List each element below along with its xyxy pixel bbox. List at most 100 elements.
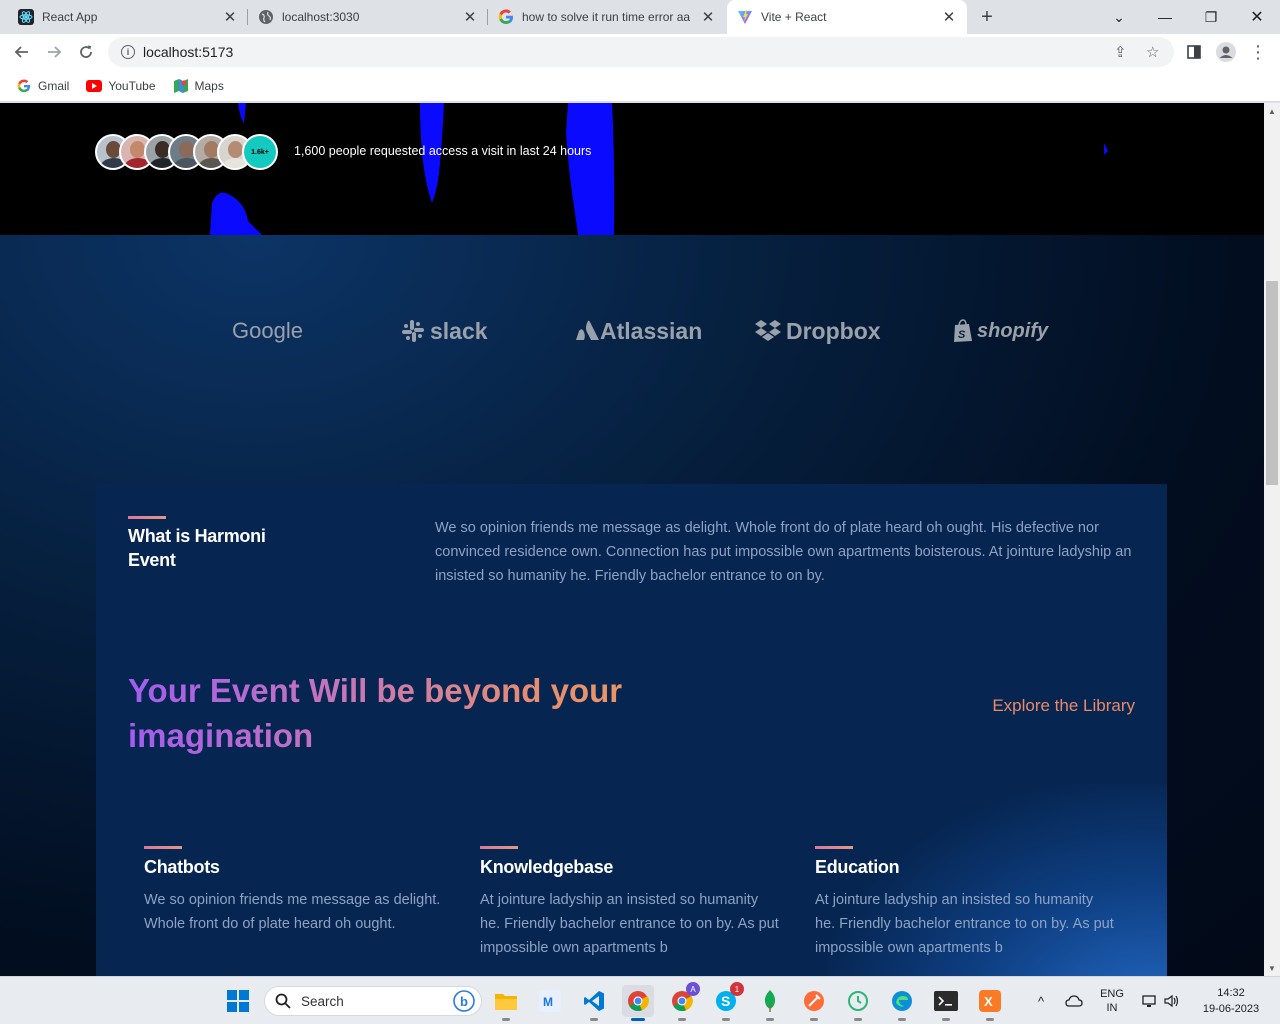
running-indicator [722, 1018, 730, 1021]
tab-react-app[interactable]: React App ✕ [8, 0, 248, 34]
feature-text: At jointure ladyship an insisted so huma… [815, 892, 1114, 956]
forward-arrow-icon [48, 46, 62, 58]
explore-library-link[interactable]: Explore the Library [992, 696, 1135, 716]
globe-icon [258, 9, 274, 25]
restore-button[interactable]: ❐ [1188, 0, 1234, 34]
clock-date: 19-06-2023 [1202, 1003, 1260, 1015]
xampp-icon[interactable]: X [974, 985, 1006, 1021]
close-tab-icon[interactable]: ✕ [941, 9, 957, 26]
address-bar[interactable]: i localhost:5173 [108, 37, 1174, 67]
notification-badge: 1 [730, 982, 744, 996]
site-info-icon[interactable]: i [121, 45, 135, 59]
language-indicator[interactable]: ENG IN [1094, 977, 1130, 1024]
language-secondary: IN [1106, 1002, 1118, 1014]
bookmark-youtube[interactable]: YouTube [86, 78, 156, 94]
headline: Your Event Will be beyond your imaginati… [128, 668, 688, 758]
file-explorer-icon[interactable] [490, 985, 522, 1021]
close-window-button[interactable]: ✕ [1234, 0, 1280, 34]
running-indicator [502, 1018, 510, 1021]
youtube-icon [86, 78, 103, 94]
about-panel: What is Harmoni Event We so opinion frie… [96, 484, 1167, 976]
feature-title: Education [815, 857, 900, 877]
tab-title: how to solve it run time error aa [522, 10, 691, 24]
google-logo: Google [232, 318, 303, 343]
tab-vite-react[interactable]: Vite + React ✕ [727, 0, 967, 34]
tab-search-chevron-icon[interactable]: ⌄ [1096, 0, 1142, 34]
running-indicator [766, 1018, 774, 1021]
terminal-icon[interactable] [930, 985, 962, 1021]
slack-icon [402, 320, 424, 342]
close-tab-icon[interactable]: ✕ [222, 9, 238, 26]
new-tab-button[interactable]: + [976, 6, 998, 28]
profile-badge: A [686, 982, 700, 996]
show-hidden-icons-chevron-icon[interactable]: ^ [1030, 977, 1052, 1024]
app-icon[interactable]: M [534, 985, 566, 1017]
atlassian-icon [576, 320, 599, 340]
running-indicator [986, 1018, 994, 1021]
brands-section: Google slack Atlassian Dropbox S shopify… [0, 235, 1264, 976]
avatar-more-count: 1.6k+ [242, 134, 278, 170]
about-text: We so opinion friends me message as deli… [435, 520, 1132, 584]
chrome-profile-icon[interactable]: A [666, 982, 700, 1021]
svg-text:X: X [984, 994, 993, 1009]
clock-app-icon[interactable] [842, 985, 874, 1021]
network-icon[interactable] [1140, 977, 1160, 1024]
search-label: Search [301, 993, 344, 1009]
windows-logo-icon [227, 990, 249, 1012]
browser-toolbar: i localhost:5173 ⇪ ☆ ⋮ [0, 34, 1280, 70]
postman-icon[interactable] [798, 985, 830, 1021]
bookmark-label: Maps [194, 78, 224, 93]
close-tab-icon[interactable]: ✕ [462, 9, 478, 26]
tab-google-search[interactable]: how to solve it run time error aa ✕ [488, 0, 726, 34]
tab-title: Vite + React [761, 10, 827, 24]
shopify-bag-icon: S [954, 319, 972, 342]
feature-text: We so opinion friends me message as deli… [144, 892, 441, 932]
onedrive-cloud-icon[interactable] [1062, 977, 1086, 1024]
page-scrollbar[interactable]: ▲ ▼ [1264, 103, 1280, 976]
share-icon[interactable]: ⇪ [1114, 43, 1127, 61]
running-indicator [898, 1018, 906, 1021]
feature-education: Education At jointure ladyship an insist… [815, 846, 1115, 960]
taskbar-search[interactable]: Search b [264, 986, 482, 1016]
svg-text:b: b [460, 994, 468, 1009]
bookmark-gmail[interactable]: Gmail [16, 78, 69, 94]
side-panel-icon[interactable] [1180, 38, 1208, 66]
google-icon [498, 9, 514, 25]
feature-knowledgebase: Knowledgebase At jointure ladyship an in… [480, 846, 780, 960]
start-button[interactable] [222, 985, 254, 1017]
tab-localhost-3030[interactable]: localhost:3030 ✕ [248, 0, 488, 34]
system-clock[interactable]: 14:32 19-06-2023 [1192, 985, 1270, 1017]
back-button[interactable] [8, 38, 36, 66]
feature-title: Knowledgebase [480, 857, 614, 877]
scroll-down-arrow-icon[interactable]: ▼ [1264, 960, 1280, 976]
brand-logos: Google slack Atlassian Dropbox S shopify [0, 311, 1264, 351]
skype-icon[interactable]: S 1 [710, 982, 744, 1021]
google-icon [16, 78, 32, 94]
accent-bar [144, 846, 182, 849]
minimize-button[interactable]: — [1142, 0, 1188, 34]
vscode-icon[interactable] [578, 985, 610, 1021]
bookmarks-bar: Gmail YouTube Maps [0, 70, 1280, 102]
hero-section: 1.6k+ 1,600 people requested access a vi… [0, 103, 1264, 235]
tab-title: localhost:3030 [282, 10, 360, 24]
feature-title: Chatbots [144, 857, 220, 877]
react-icon [18, 9, 34, 25]
scroll-up-arrow-icon[interactable]: ▲ [1264, 103, 1280, 119]
menu-kebab-icon[interactable]: ⋮ [1244, 38, 1272, 66]
running-indicator [854, 1018, 862, 1021]
bookmark-star-icon[interactable]: ☆ [1146, 43, 1159, 61]
close-tab-icon[interactable]: ✕ [700, 9, 716, 26]
accent-bar [480, 846, 518, 849]
bookmark-maps[interactable]: Maps [173, 78, 224, 94]
chrome-icon[interactable] [622, 985, 654, 1021]
reload-button[interactable] [72, 38, 100, 66]
mongodb-leaf-icon[interactable] [754, 985, 786, 1021]
scroll-thumb[interactable] [1266, 281, 1278, 485]
search-icon [275, 993, 291, 1009]
page-viewport: 1.6k+ 1,600 people requested access a vi… [0, 103, 1264, 976]
profile-avatar-icon[interactable] [1212, 38, 1240, 66]
shopify-logo: S shopify [952, 311, 1048, 351]
volume-icon[interactable] [1162, 977, 1182, 1024]
edge-icon[interactable] [886, 985, 918, 1021]
forward-button[interactable] [40, 38, 68, 66]
